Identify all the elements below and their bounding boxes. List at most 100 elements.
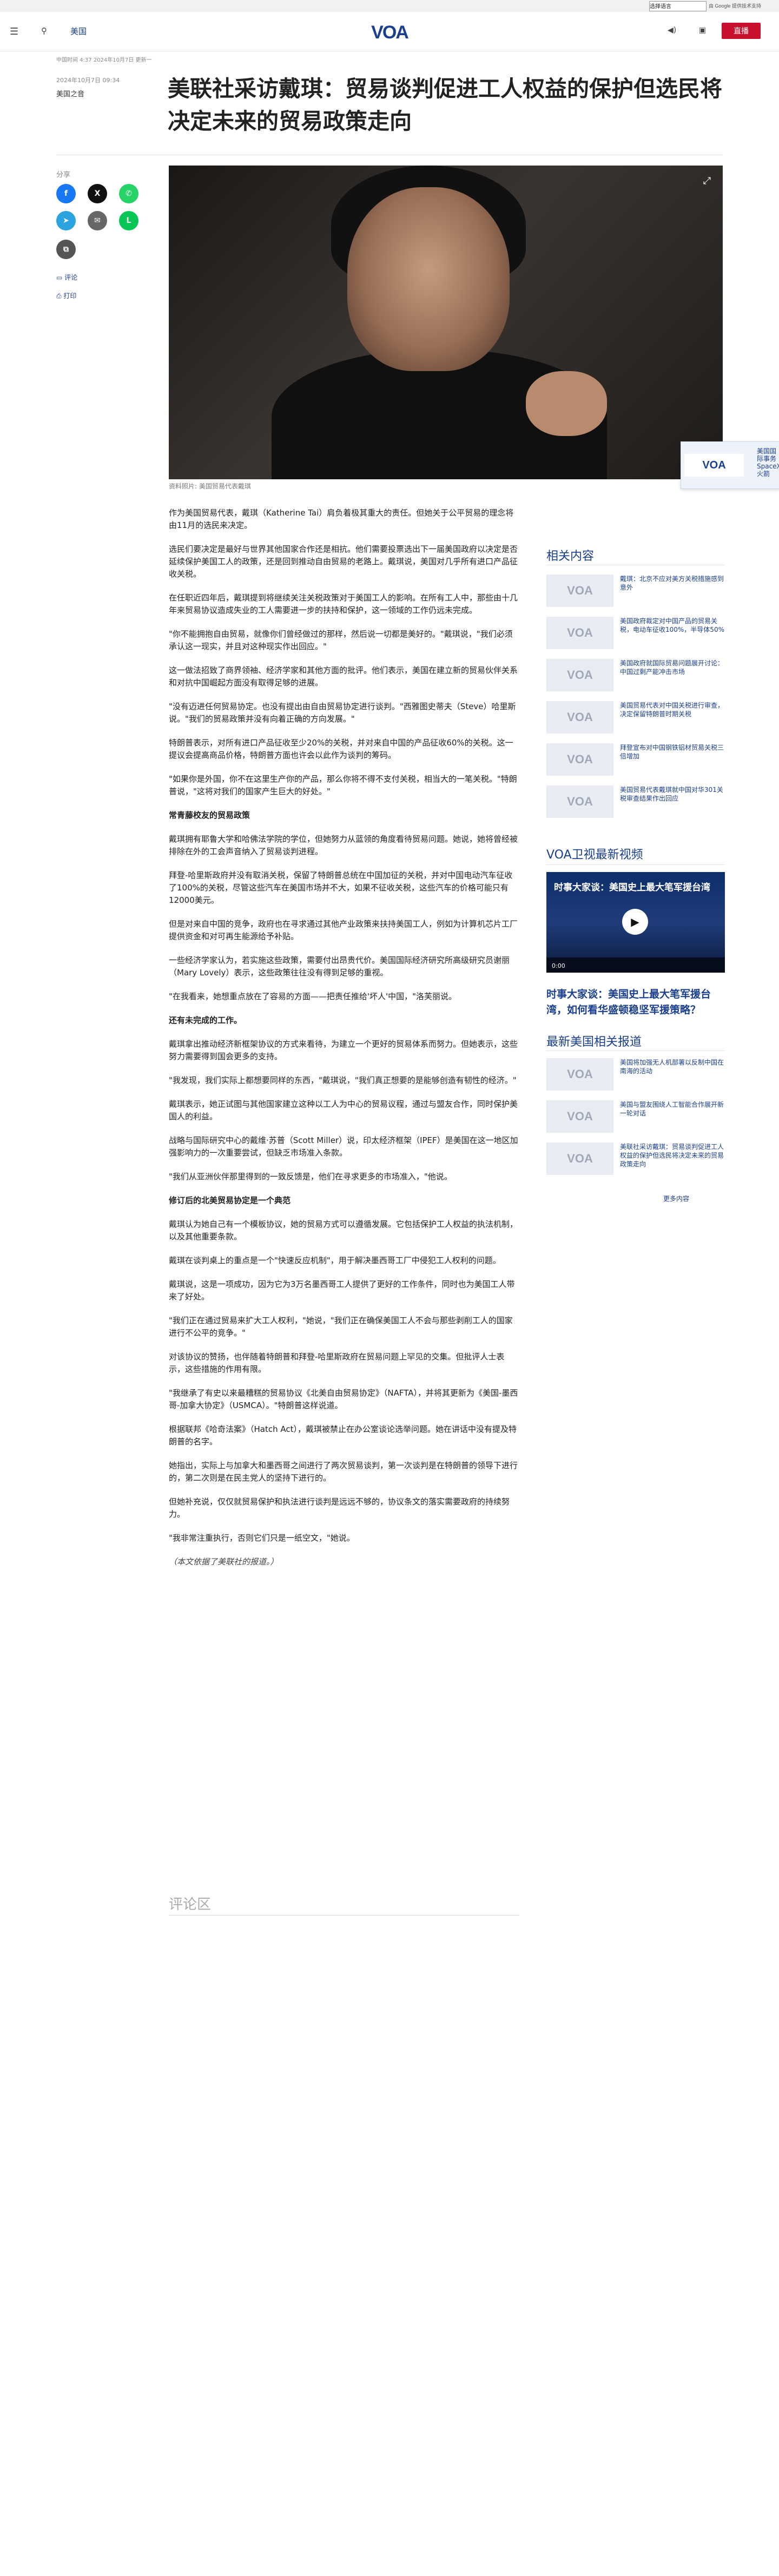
paragraph: "我发现，我们实际上都想要同样的东西，"戴琪说，"我们真正想要的是能够创造有韧性… [169,1075,517,1085]
thumbnail: VOA [546,1142,613,1175]
related-item-title: 拜登宣布对中国钢铁铝材贸易关税三倍增加 [620,744,724,760]
paragraph: 在任职近四年后，戴琪提到将继续关注关税政策对于美国工人的影响。在所有工人中，那些… [169,593,518,615]
hamburger-icon[interactable]: ☰ [10,26,18,37]
translate-bar: 选择语言 由 Google 提供技术支持 [0,0,779,12]
thumbnail: VOA [546,1100,613,1133]
paragraph: 这一做法招致了商界领袖、经济学家和其他方面的批评。他们表示，美国在建立新的贸易伙… [169,665,518,688]
latest-item[interactable]: VOA 美国将加强无人机部署以反制中国在南海的活动 [546,1058,725,1091]
copy-link-icon[interactable]: ⧉ [56,240,76,259]
related-item-title: 美国政府裁定对中国产品的贸易关税，电动车征收100%，半导体50% [620,617,724,633]
print-icon: ⎙ [56,292,64,300]
hero-image: ⤢ [169,166,723,479]
author[interactable]: 美国之音 [56,88,84,98]
live-button[interactable]: 直播 [722,23,761,39]
thumbnail: VOA [546,659,613,691]
promo-text: 美国国际事务 SpaceX 火箭 [757,447,779,478]
voa-logo[interactable]: VOA [362,22,417,43]
paragraph: 她指出，实际上与加拿大和墨西哥之间进行了两次贸易谈判，第一次谈判是在特朗普的领导… [169,1461,518,1483]
thumbnail: VOA [546,743,613,776]
thumbnail: VOA [546,785,613,818]
related-item[interactable]: VOA 戴琪：北京不应对美方关税措施感到意外 [546,574,725,607]
facebook-icon[interactable]: f [56,184,76,203]
tv-icon[interactable]: ▣ [699,26,706,35]
related-item[interactable]: VOA 拜登宣布对中国钢铁铝材贸易关税三倍增加 [546,743,725,776]
related-item[interactable]: VOA 美国贸易代表对中国关税进行审查，决定保留特朗普时期关税 [546,701,725,734]
paragraph: "你不能拥抱自由贸易，就像你们曾经做过的那样，然后说一切都是美好的。"戴琪说，"… [169,629,513,651]
thumbnail: VOA [546,574,613,607]
thumbnail: VOA [546,701,613,734]
paragraph: 根据联邦《哈奇法案》（Hatch Act），戴琪被禁止在办公室谈论选举问题。她在… [169,1424,517,1446]
thumbnail: VOA [546,1058,613,1091]
comments-link-label: 评论 [64,274,78,281]
page-title: 美联社采访戴琪：贸易谈判促进工人权益的保护但选民将决定未来的贸易政策走向 [168,76,722,134]
audio-icon[interactable]: ◀) [668,26,676,35]
paragraph: "没有迈进任何贸易协定。也没有提出由自由贸易协定进行谈判。"西雅图史蒂夫（Ste… [169,702,516,724]
latest-item-title: 美联社采访戴琪：贸易谈判促进工人权益的保护但选民将决定未来的贸易政策走向 [620,1143,724,1168]
subheading: 修订后的北美贸易协定是一个典范 [169,1195,291,1205]
expand-icon[interactable]: ⤢ [701,175,713,187]
latest-item[interactable]: VOA 美国与盟友围绕人工智能合作展开新一轮对话 [546,1100,725,1133]
thumbnail: VOA [546,617,613,649]
video-heading: VOA卫视最新视频 [546,848,643,862]
print-link-label: 打印 [63,292,77,300]
subheading: 常青藤校友的贸易政策 [169,810,250,820]
promo-logo: VOA [684,454,744,477]
section-link[interactable]: 美国 [70,25,87,37]
related-item-title: 美国贸易代表戴琪就中国对华301关税审查结果作出回应 [620,786,723,802]
paragraph: 戴琪说，这是一项成功，因为它为3万名墨西哥工人提供了更好的工作条件，同时也为美国… [169,1279,515,1302]
search-icon[interactable]: ⚲ [41,26,47,36]
related-item[interactable]: VOA 美国政府裁定对中国产品的贸易关税，电动车征收100%，半导体50% [546,617,725,649]
paragraph: "我们从亚洲伙伴那里得到的一致反馈是，他们在寻求更多的市场准入，"他说。 [169,1172,452,1181]
telegram-icon[interactable]: ➤ [56,211,76,230]
more-link[interactable]: 更多内容 [663,1194,689,1203]
paragraph: 特朗普表示，对所有进口产品征收至少20%的关税，并对来自中国的产品征收60%的关… [169,738,513,760]
source-credit: （本文依据了美联社的报道。） [169,1557,279,1567]
related-heading: 相关内容 [546,550,595,563]
paragraph: 戴琪在谈判桌上的重点是一个"快速反应机制"，用于解决墨西哥工厂中侵犯工人权利的问… [169,1256,501,1265]
paragraph: "我继承了有史以来最糟糕的贸易协议《北美自由贸易协定》（NAFTA），并将其更新… [169,1388,518,1410]
image-caption: 资料照片: 美国贸易代表戴琪 [169,483,251,490]
latest-item-title: 美国将加强无人机部署以反制中国在南海的活动 [620,1059,724,1075]
video-player[interactable]: 时事大家谈：美国史上最大笔军援台湾 ▶ 0:00 [546,872,725,973]
video-overlay-title: 时事大家谈：美国史上最大笔军援台湾 [554,882,710,893]
paragraph: 但是对来自中国的竞争，政府也在寻求通过其他产业政策来扶持美国工人，例如为计算机芯… [169,919,518,941]
latest-item[interactable]: VOA 美联社采访戴琪：贸易谈判促进工人权益的保护但选民将决定未来的贸易政策走向 [546,1142,725,1175]
paragraph: 戴琪拿出推动经济新框架协议的方式来看待，为建立一个更好的贸易体系而努力。但她表示… [169,1039,518,1061]
paragraph: 但她补充说，仅仅就贸易保护和执法进行谈判是远远不够的，协议条文的落实需要政府的持… [169,1497,510,1519]
publish-date: 2024年10月7日 09:34 [56,77,120,84]
article-body: 作为美国贸易代表，戴琪（Katherine Tai）肩负着极其重大的责任。但她关… [169,507,519,1580]
whatsapp-icon[interactable]: ✆ [119,184,138,203]
print-link[interactable]: ⎙ 打印 [56,291,76,300]
paragraph: 戴琪拥有耶鲁大学和哈佛法学院的学位，但她努力从蓝领的角度看待贸易问题。她说，她将… [169,834,518,856]
site-header: ☰ ⚲ 美国 VOA ◀) ▣ 直播 [0,12,779,51]
paragraph: 对该协议的赞扬，也伴随着特朗普和拜登-哈里斯政府在贸易问题上罕见的交集。但批评人… [169,1352,505,1374]
related-item[interactable]: VOA 美国贸易代表戴琪就中国对华301关税审查结果作出回应 [546,785,725,818]
share-label: 分享 [56,171,71,179]
latest-heading: 最新美国相关报道 [546,1035,642,1049]
play-icon[interactable]: ▶ [622,909,648,935]
email-icon[interactable]: ✉ [88,211,107,230]
divider [169,1915,519,1916]
paragraph: "如果你是外国，你不在这里生产你的产品，那么你将不得不支付关税，相当大的一笔关税… [169,774,517,796]
x-icon[interactable]: X [88,184,107,203]
video-duration: 0:00 [552,962,565,969]
video-caption[interactable]: 时事大家谈：美国史上最大笔军援台湾，如何看华盛顿稳坚军援策略？ [546,987,725,1018]
paragraph: 战略与国际研究中心的戴维·苏普（Scott Miller）说，印太经济框架（IP… [169,1135,518,1158]
video-controls [546,957,725,973]
related-item[interactable]: VOA 美国政府就国际贸易问题展开讨论：中国过剩产能冲击市场 [546,659,725,691]
hero-figure-hand [526,371,607,436]
floating-promo[interactable]: VOA 美国国际事务 SpaceX 火箭 [681,441,779,489]
subheading: 还有未完成的工作。 [169,1015,242,1025]
paragraph: 戴琪表示，她正试图与其他国家建立这种以工人为中心的贸易议程，通过与盟友合作，同时… [169,1099,518,1121]
hero-figure-face [347,187,510,371]
language-select[interactable]: 选择语言 [649,1,707,11]
paragraph: 选民们要决定是最好与世界其他国家合作还是相抗。他们需要投票选出下一届美国政府以决… [169,544,518,579]
divider [546,864,725,865]
related-item-title: 美国政府就国际贸易问题展开讨论：中国过剩产能冲击市场 [620,659,724,676]
paragraph: 戴琪认为她自己有一个模板协议，她的贸易方式可以遵循发展。它包括保护工人权益的执法… [169,1219,518,1241]
paragraph: "我们正在通过贸易来扩大工人权利，"她说，"我们正在确保美国工人不会与那些剥削工… [169,1316,513,1338]
paragraph: 拜登-哈里斯政府并没有取消关税，保留了特朗普总统在中国加征的关税，并对中国电动汽… [169,870,513,905]
line-icon[interactable]: L [119,211,138,230]
kicker: 中国时间 4:37 2024年10月7日 更新一 [56,57,152,63]
comments-link[interactable]: ▭ 评论 [56,273,77,282]
